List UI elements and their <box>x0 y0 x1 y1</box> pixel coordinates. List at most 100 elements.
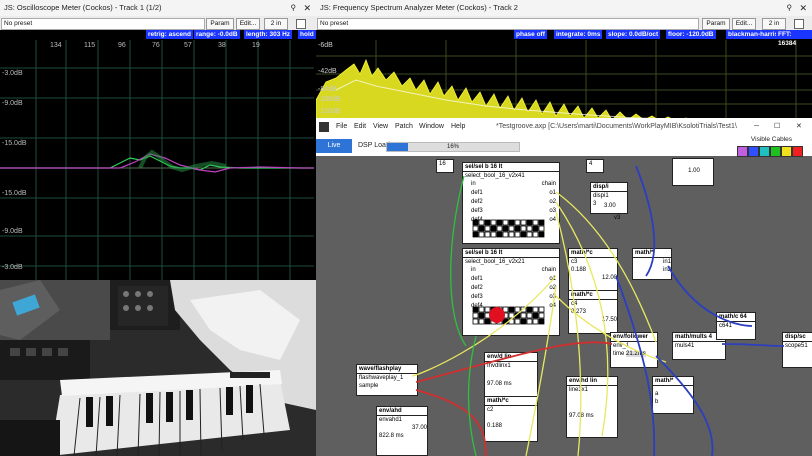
info-floor[interactable]: floor: -120.0dB <box>666 30 716 39</box>
object-math-mul[interactable]: math/* in1 in2 <box>632 248 672 280</box>
oscilloscope-title: JS: Oscilloscope Meter (Cockos) - Track … <box>4 3 162 12</box>
info-integrate[interactable]: integrate: 0ms <box>554 30 603 39</box>
maximize-icon[interactable]: ☐ <box>774 118 780 136</box>
bypass-checkbox[interactable] <box>794 19 804 29</box>
close-icon[interactable]: ✕ <box>799 0 807 16</box>
patcher-window: File Edit View Patch Window Help *Testgr… <box>316 118 812 456</box>
object-port: def3 o3 <box>471 294 556 300</box>
object-header[interactable]: env/hd lin <box>567 377 617 386</box>
object-header[interactable]: math/*c <box>485 397 537 406</box>
number-box[interactable]: 16 <box>436 159 454 173</box>
edit-button[interactable]: Edit... <box>236 18 260 30</box>
spectrum-graph <box>316 40 812 122</box>
preset-select[interactable]: No preset <box>317 18 699 30</box>
object-header[interactable]: math/* <box>633 249 671 258</box>
io-button[interactable]: 2 in <box>762 18 786 30</box>
object-name: muls41 <box>675 343 695 349</box>
object-port: def3 o3 <box>471 208 556 214</box>
app-icon <box>319 122 329 132</box>
y-tick-label: -15.0dB <box>2 140 27 147</box>
io-button[interactable]: 2 in <box>264 18 288 30</box>
object-header[interactable]: env/ahd <box>377 407 427 416</box>
close-icon[interactable]: ✕ <box>303 0 311 16</box>
spectrum-titlebar[interactable]: JS: Frequency Spectrum Analyzer Meter (C… <box>316 0 812 16</box>
step-grid[interactable] <box>463 305 559 335</box>
object-header[interactable]: wave/flashplay <box>357 365 417 374</box>
object-header[interactable]: math/c 64 <box>717 313 755 322</box>
pin-icon[interactable]: ⚲ <box>291 0 297 16</box>
object-port: def1 o1 <box>471 190 556 196</box>
object-env-hd-lin[interactable]: env/hd lin line3x1 97.08 ms <box>566 376 618 438</box>
x-tick-label: 115 <box>84 42 96 49</box>
menu-patch[interactable]: Patch <box>395 118 413 136</box>
param-button[interactable]: Param <box>206 18 234 30</box>
object-header[interactable]: disp/sc <box>783 333 812 342</box>
pin-icon[interactable]: ⚲ <box>787 0 793 16</box>
object-header[interactable]: sel/sel b 16 lt <box>463 163 559 172</box>
y-tick-label: -3.0dB <box>2 264 23 271</box>
object-select-bool-2[interactable]: sel/sel b 16 lt select_bool_16_v2x21 in c… <box>462 248 560 336</box>
info-window[interactable]: blackman-harris <box>726 30 781 39</box>
y-tick-label: -9.0dB <box>2 228 23 235</box>
patch-canvas[interactable]: 16 sel/sel b 16 lt select_bool_16_v2x41 … <box>316 156 812 456</box>
object-math-c64[interactable]: math/c 64 c641 <box>716 312 756 340</box>
object-name: dispi1 <box>593 193 609 199</box>
visible-cables-label: Visible Cables <box>750 136 792 143</box>
object-math-mulc-3[interactable]: math/*c c2 0.188 <box>484 396 538 442</box>
menu-help[interactable]: Help <box>451 118 465 136</box>
object-select-bool-1[interactable]: sel/sel b 16 lt select_bool_16_v2x41 in c… <box>462 162 560 244</box>
object-header[interactable]: math/* <box>653 377 693 386</box>
edit-button[interactable]: Edit... <box>732 18 756 30</box>
minimize-icon[interactable]: ─ <box>754 118 759 136</box>
object-port: def2 o2 <box>471 199 556 205</box>
object-env-d-lin[interactable]: env/d lin Invdlinx1 97.08 ms <box>484 352 538 398</box>
live-button[interactable]: Live <box>316 139 352 153</box>
dial-readout: 17.50 <box>601 317 617 323</box>
object-math-mulc-1[interactable]: math/*c c3 0.188 12.00 <box>568 248 618 292</box>
spectrum-display: phase off integrate: 0ms slope: 0.0dB/oc… <box>316 30 812 122</box>
object-header[interactable]: math/*c <box>569 249 617 258</box>
preset-select[interactable]: No preset <box>1 18 205 30</box>
patcher-menubar: File Edit View Patch Window Help *Testgr… <box>316 118 812 136</box>
menu-view[interactable]: View <box>373 118 388 136</box>
y-tick-label: -15.0dB <box>2 190 27 197</box>
object-env-ahd[interactable]: env/ahd envahd1 37.00 822.8 ms <box>376 406 428 456</box>
number-box[interactable]: 4 <box>586 159 604 173</box>
object-math-star[interactable]: math/* a b <box>652 376 694 414</box>
object-header[interactable]: disp/i <box>591 183 627 192</box>
menu-file[interactable]: File <box>336 118 347 136</box>
object-disp-scope[interactable]: disp/sc scope51 <box>782 332 812 368</box>
object-constant[interactable]: 1.00 <box>672 158 714 186</box>
menu-edit[interactable]: Edit <box>354 118 366 136</box>
object-env-follower[interactable]: env/follower env_1 time 21.2ms <box>610 332 658 368</box>
object-name: c3 <box>571 259 578 265</box>
close-icon[interactable]: ✕ <box>796 118 802 136</box>
object-port: sample <box>359 383 379 389</box>
oscilloscope-toolbar: No preset Param Edit... 2 in <box>0 16 316 30</box>
object-math-mulc-2[interactable]: math/*c c4 0.273 17.50 <box>568 290 618 334</box>
dial-value: 97.08 ms <box>487 381 512 387</box>
info-phase[interactable]: phase off <box>514 30 547 39</box>
object-name: line3x1 <box>569 387 589 393</box>
inlet-label: in2 <box>662 267 671 273</box>
info-fft[interactable]: FFT: 16384 <box>776 30 812 47</box>
info-slope[interactable]: slope: 0.0dB/oct <box>606 30 661 39</box>
object-header[interactable]: sel/sel b 16 lt <box>463 249 559 258</box>
object-name: envahd1 <box>379 417 403 423</box>
keyboard-photo <box>0 280 316 456</box>
object-wave-flashplay[interactable]: wave/flashplay flashwaveplay_1 sample <box>356 364 418 396</box>
object-header[interactable]: env/d lin <box>485 353 537 362</box>
step-grid[interactable] <box>463 219 559 243</box>
object-header[interactable]: math/*c <box>569 291 617 300</box>
dsp-load-meter: 16% <box>386 142 520 152</box>
x-tick-label: 19 <box>252 42 260 49</box>
object-name: scope51 <box>785 343 808 349</box>
y-tick-label: -42dB <box>318 68 337 75</box>
param-button[interactable]: Param <box>702 18 730 30</box>
object-header[interactable]: env/follower <box>611 333 657 342</box>
y-tick-label: -3.0dB <box>2 70 23 77</box>
oscilloscope-titlebar[interactable]: JS: Oscilloscope Meter (Cockos) - Track … <box>0 0 316 16</box>
menu-window[interactable]: Window <box>419 118 444 136</box>
dsp-load-value: 16% <box>446 144 459 150</box>
bypass-checkbox[interactable] <box>296 19 306 29</box>
